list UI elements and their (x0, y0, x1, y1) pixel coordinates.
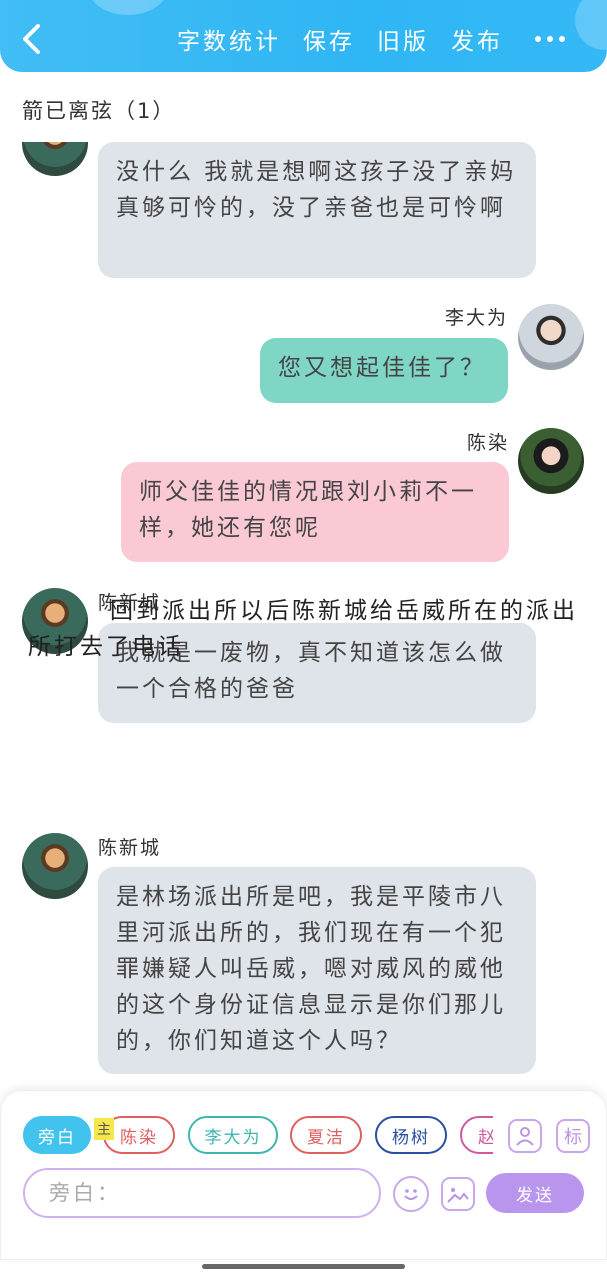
message-input[interactable] (49, 1181, 349, 1205)
tag-button[interactable]: 标 (556, 1119, 590, 1153)
message-bubble[interactable]: 师父佳佳的情况跟刘小莉不一样，她还有您呢 (121, 462, 509, 562)
decorative-bubble (88, 0, 168, 15)
main-character-badge: 主 (94, 1118, 114, 1140)
chip-li-dawei[interactable]: 李大为 (188, 1116, 278, 1154)
smiley-icon[interactable] (393, 1176, 429, 1212)
avatar-li-dawei[interactable] (518, 304, 584, 370)
composer-panel: 旁白 陈染 李大为 夏洁 杨树 赵 标 发送 (0, 1090, 607, 1260)
send-button[interactable]: 发送 (486, 1173, 584, 1213)
top-actions: 字数统计 保存 旧版 发布 (177, 22, 607, 56)
home-indicator[interactable] (202, 1264, 405, 1269)
narration-text[interactable]: 回到派出所以后陈新城给岳威所在的派出所打去了电话 (28, 593, 588, 665)
back-button[interactable] (18, 22, 46, 56)
chip-yang-shu[interactable]: 杨树 (375, 1116, 447, 1154)
message-bubble[interactable]: 您又想起佳佳了？ (260, 338, 508, 403)
image-icon[interactable] (441, 1177, 475, 1211)
old-version-button[interactable]: 旧版 (377, 22, 429, 56)
contact-card-icon-svg (516, 1127, 534, 1146)
speaker-name: 陈新城 (98, 837, 162, 859)
more-horizontal-icon[interactable] (535, 36, 565, 42)
message-bubble[interactable]: 没什么 我就是想啊这孩子没了亲妈真够可怜的，没了亲爸也是可怜啊 (98, 142, 536, 278)
chevron-left-icon (23, 24, 40, 54)
avatar-chen-xincheng[interactable] (22, 833, 88, 899)
chip-narrator[interactable]: 旁白 (23, 1116, 91, 1154)
chip-xia-jie[interactable]: 夏洁 (290, 1116, 362, 1154)
word-count-button[interactable]: 字数统计 (177, 22, 281, 56)
image-icon-svg (447, 1188, 469, 1203)
message-bubble[interactable]: 是林场派出所是吧，我是平陵市八里河派出所的，我们现在有一个犯罪嫌疑人叫岳威，嗯对… (98, 867, 536, 1074)
speaker-name: 李大为 (445, 307, 509, 329)
top-bar: 字数统计 保存 旧版 发布 (0, 0, 607, 72)
avatar-chen-ran[interactable] (518, 428, 584, 494)
avatar-chen-xincheng[interactable] (22, 142, 88, 176)
save-button[interactable]: 保存 (303, 22, 355, 56)
document-title: 箭已离弦（1） (22, 99, 176, 123)
publish-button[interactable]: 发布 (451, 22, 503, 56)
speaker-name: 陈染 (467, 432, 510, 454)
contact-card-icon[interactable] (508, 1119, 542, 1153)
smiley-icon-svg (404, 1189, 418, 1200)
chip-zhao[interactable]: 赵 (460, 1116, 493, 1154)
message-input-wrapper[interactable] (23, 1168, 381, 1218)
